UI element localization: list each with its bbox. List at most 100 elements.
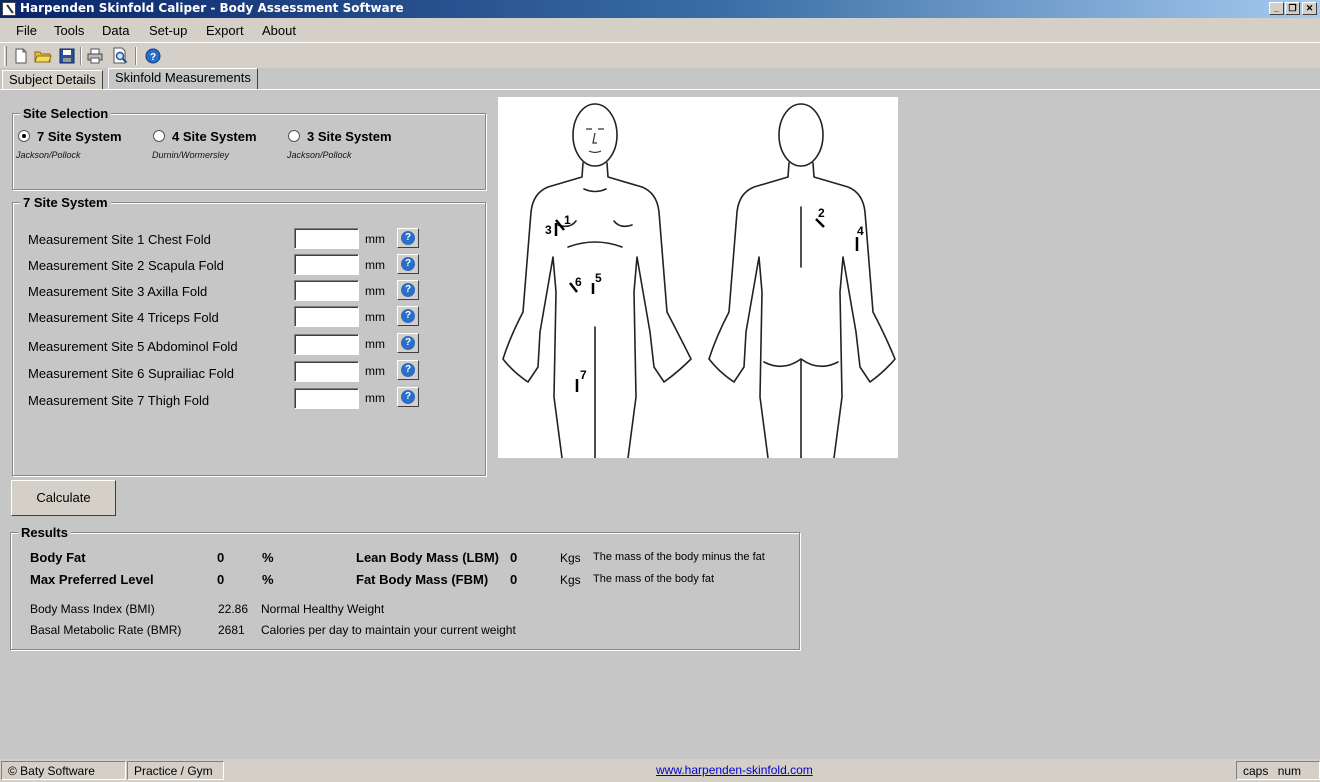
marker-7: 7 xyxy=(580,368,587,382)
tab-strip: Subject Details Skinfold Measurements xyxy=(0,68,1320,90)
body-fat-unit: % xyxy=(262,550,274,565)
num-indicator: num xyxy=(1277,764,1302,778)
title-bar: Harpenden Skinfold Caliper - Body Assess… xyxy=(0,0,1320,18)
print-preview-icon[interactable] xyxy=(111,47,129,65)
caliper-mark-2 xyxy=(815,218,825,228)
help-icon: ? xyxy=(401,283,415,297)
site-2-input[interactable] xyxy=(294,254,359,275)
tab-divider xyxy=(0,89,1320,90)
toolbar-grip[interactable] xyxy=(4,46,7,66)
radio-7-site-sub: Jackson/Pollock xyxy=(16,150,81,160)
site-6-unit: mm xyxy=(365,364,385,378)
radio-3-site-label[interactable]: 3 Site System xyxy=(307,129,392,144)
site-3-input[interactable] xyxy=(294,280,359,301)
lbm-unit: Kgs xyxy=(560,551,581,565)
status-mode: Practice / Gym xyxy=(127,761,224,780)
open-folder-icon[interactable] xyxy=(34,47,52,65)
toolbar-separator xyxy=(135,47,137,65)
tab-subject-details[interactable]: Subject Details xyxy=(2,70,103,90)
results-title: Results xyxy=(18,525,71,540)
site-4-unit: mm xyxy=(365,310,385,324)
max-pref-label: Max Preferred Level xyxy=(30,572,154,587)
site-7-help-button[interactable]: ? xyxy=(397,387,419,407)
help-icon: ? xyxy=(401,257,415,271)
max-pref-value: 0 xyxy=(217,572,225,587)
status-copyright: © Baty Software xyxy=(1,761,126,780)
help-icon[interactable]: ? xyxy=(144,47,162,65)
site-7-unit: mm xyxy=(365,391,385,405)
help-icon: ? xyxy=(401,390,415,404)
site-1-label: Measurement Site 1 Chest Fold xyxy=(28,232,211,247)
minimize-button[interactable]: _ xyxy=(1269,2,1284,15)
help-icon: ? xyxy=(401,336,415,350)
site-6-label: Measurement Site 6 Suprailiac Fold xyxy=(28,366,234,381)
site-5-help-button[interactable]: ? xyxy=(397,333,419,353)
radio-3-site-sub: Jackson/Pollock xyxy=(287,150,352,160)
site-2-unit: mm xyxy=(365,258,385,272)
site-5-unit: mm xyxy=(365,337,385,351)
site-selection-title: Site Selection xyxy=(20,106,112,121)
toolbar: ? xyxy=(0,42,1320,68)
site-6-help-button[interactable]: ? xyxy=(397,360,419,380)
menu-about[interactable]: About xyxy=(262,23,296,38)
help-icon: ? xyxy=(401,309,415,323)
close-button[interactable]: ✕ xyxy=(1302,2,1317,15)
radio-7-site-label[interactable]: 7 Site System xyxy=(37,129,122,144)
calculate-button[interactable]: Calculate xyxy=(11,480,116,516)
marker-4: 4 xyxy=(857,224,864,238)
site-6-input[interactable] xyxy=(294,361,359,382)
site-1-unit: mm xyxy=(365,232,385,246)
help-icon: ? xyxy=(401,363,415,377)
measurements-title: 7 Site System xyxy=(20,195,111,210)
marker-2: 2 xyxy=(818,206,825,220)
menu-export[interactable]: Export xyxy=(206,23,244,38)
menu-tools[interactable]: Tools xyxy=(54,23,84,38)
bmr-desc: Calories per day to maintain your curren… xyxy=(261,623,516,637)
svg-text:?: ? xyxy=(150,52,156,63)
site-3-help-button[interactable]: ? xyxy=(397,280,419,300)
save-icon[interactable] xyxy=(58,47,76,65)
menu-bar: File Tools Data Set-up Export About xyxy=(0,18,1320,42)
menu-setup[interactable]: Set-up xyxy=(149,23,187,38)
restore-button[interactable]: ❐ xyxy=(1285,2,1300,15)
site-7-label: Measurement Site 7 Thigh Fold xyxy=(28,393,210,408)
bmi-label: Body Mass Index (BMI) xyxy=(30,602,155,616)
fbm-desc: The mass of the body fat xyxy=(593,573,715,585)
print-icon[interactable] xyxy=(86,47,104,65)
menu-file[interactable]: File xyxy=(16,23,37,38)
tab-skinfold-measurements[interactable]: Skinfold Measurements xyxy=(108,68,258,90)
website-link[interactable]: www.harpenden-skinfold.com xyxy=(656,763,813,777)
site-5-input[interactable] xyxy=(294,334,359,355)
fbm-unit: Kgs xyxy=(560,573,581,587)
max-pref-unit: % xyxy=(262,572,274,587)
lbm-value: 0 xyxy=(510,550,518,565)
site-4-help-button[interactable]: ? xyxy=(397,306,419,326)
marker-6: 6 xyxy=(575,275,582,289)
radio-3-site[interactable] xyxy=(288,130,300,142)
site-1-input[interactable] xyxy=(294,228,359,249)
body-outline-image: 1 2 3 4 5 6 7 xyxy=(502,103,896,459)
site-1-help-button[interactable]: ? xyxy=(397,228,419,248)
status-bar: © Baty Software Practice / Gym www.harpe… xyxy=(0,759,1320,782)
toolbar-separator xyxy=(80,47,82,65)
radio-7-site[interactable] xyxy=(18,130,30,142)
lbm-desc: The mass of the body minus the fat xyxy=(593,551,765,563)
fbm-value: 0 xyxy=(510,572,518,587)
bmr-value: 2681 xyxy=(218,623,245,637)
site-2-help-button[interactable]: ? xyxy=(397,254,419,274)
radio-4-site-sub: Durnin/Wormersley xyxy=(152,150,230,160)
site-3-unit: mm xyxy=(365,284,385,298)
lbm-label: Lean Body Mass (LBM) xyxy=(356,550,500,565)
radio-4-site-label[interactable]: 4 Site System xyxy=(172,129,257,144)
site-4-label: Measurement Site 4 Triceps Fold xyxy=(28,310,219,325)
site-2-label: Measurement Site 2 Scapula Fold xyxy=(28,258,224,273)
caps-indicator: caps xyxy=(1243,764,1269,778)
window-title: Harpenden Skinfold Caliper - Body Assess… xyxy=(20,1,404,15)
radio-4-site[interactable] xyxy=(153,130,165,142)
menu-data[interactable]: Data xyxy=(102,23,129,38)
new-file-icon[interactable] xyxy=(12,47,30,65)
app-caliper-icon[interactable] xyxy=(2,2,16,16)
site-7-input[interactable] xyxy=(294,388,359,409)
site-4-input[interactable] xyxy=(294,306,359,327)
marker-3: 3 xyxy=(545,223,552,237)
